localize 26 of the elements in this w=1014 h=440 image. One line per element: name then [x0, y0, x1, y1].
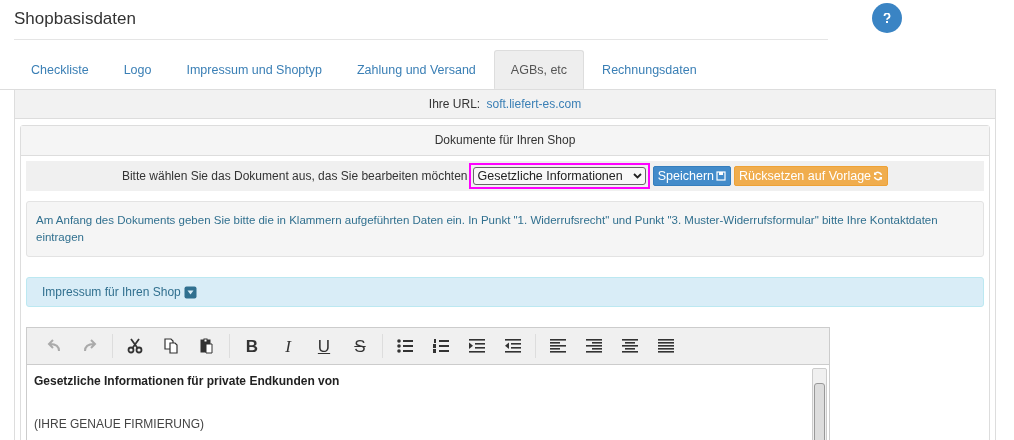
url-label: Ihre URL: — [428, 97, 481, 111]
strikethrough-button[interactable]: S — [342, 334, 378, 358]
bold-button[interactable]: B — [234, 334, 270, 358]
tab[interactable]: Rechnungsdaten — [585, 50, 714, 89]
shop-url-link[interactable]: soft.liefert-es.com — [486, 97, 582, 111]
underline-button[interactable]: U — [306, 334, 342, 358]
save-button[interactable]: Speichern — [652, 166, 731, 186]
document-text: Gesetzliche Informationen für private Endkunden von — [34, 374, 341, 388]
prompt-label: Bitte wählen Sie das Dokument aus, das Sie bearbeiten möchten — [121, 169, 468, 183]
info-message: Am Anfang des Dokuments geben Sie bitte die in Klammern aufgeführten Daten ein. In Punkt "1. Widerrufsrecht" und Punkt "3. Muster-Widerrufsformular" bitte Ihre Kontaktdaten eintragen — [26, 201, 984, 257]
tab[interactable]: Zahlung und Versand — [340, 50, 493, 89]
page-title: Shopbasisdaten — [14, 9, 828, 40]
panel-heading: Dokumente für Ihren Shop — [21, 126, 989, 156]
tab[interactable]: Checkliste — [14, 50, 106, 89]
chevron-icon — [632, 173, 642, 179]
document-select[interactable]: Gesetzliche Informationen — [472, 167, 646, 185]
tab[interactable]: Impressum und Shoptyp — [169, 50, 339, 89]
refresh-icon — [873, 171, 884, 181]
document-text: (IHRE GENAUE FIRMIERUNG) — [34, 417, 205, 431]
tab[interactable]: AGBs, etc — [493, 50, 585, 89]
section-header[interactable]: Impressum für Ihren Shop — [26, 277, 984, 307]
section-label: Impressum für Ihren Shop — [42, 285, 181, 299]
tab[interactable]: Logo — [106, 50, 169, 89]
help-icon[interactable] — [872, 3, 902, 33]
caret-icon — [183, 285, 197, 299]
italic-button[interactable]: I — [270, 334, 306, 358]
